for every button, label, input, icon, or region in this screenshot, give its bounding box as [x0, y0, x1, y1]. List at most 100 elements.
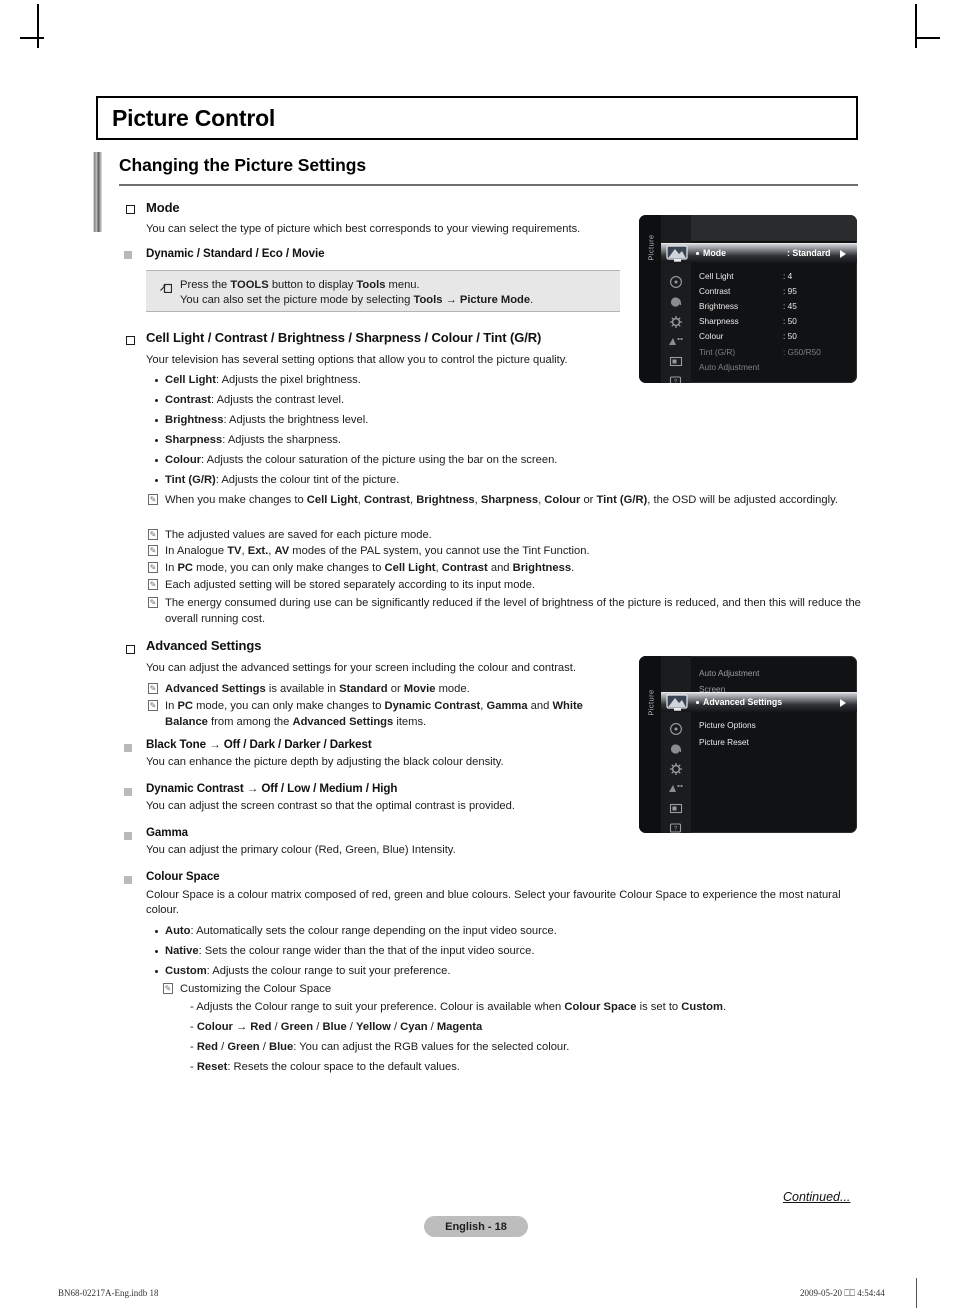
- osd-advanced-menu-highlight-label: Advanced Settings: [703, 697, 783, 707]
- osd-picture-menu-rail: Picture: [639, 215, 661, 383]
- osd-row-value: : 95: [783, 285, 797, 296]
- input-source-icon: [667, 335, 685, 349]
- tools-note-text-a: Press the: [180, 279, 231, 291]
- custom-note-item: - Colour → Red / Green / Blue / Yellow /…: [190, 1021, 483, 1033]
- osd-picture-menu[interactable]: Picture ? Mode: Standard Cell Light: 4…: [639, 215, 857, 383]
- customizing-colour-space-heading: Customizing the Colour Space: [180, 983, 332, 995]
- print-margin-rule: [916, 1278, 917, 1308]
- bullet-dot: [155, 419, 158, 422]
- crop-mark-left-top: [20, 37, 44, 39]
- osd-menu-row[interactable]: Auto Adjustment: [691, 664, 857, 681]
- note-item: Each adjusted setting will be stored sep…: [165, 579, 536, 591]
- bullet-desc: : Adjusts the brightness level.: [223, 414, 369, 426]
- subtopic-heading: Dynamic Contrast → Off / Low / Medium / …: [146, 782, 398, 795]
- bullet-item: Custom: Adjusts the colour range to suit…: [165, 964, 685, 979]
- bullet-term: Custom: [165, 965, 207, 977]
- bullet-dot: [155, 379, 158, 382]
- osd-menu-row[interactable]: Picture Reset: [691, 733, 857, 750]
- bullet-desc: : Adjusts the sharpness.: [222, 434, 341, 446]
- topic-heading-picture-controls: Cell Light / Contrast / Brightness / Sha…: [146, 330, 542, 345]
- print-timestamp: 2009-05-20 ⎕⎕ 4:54:44: [800, 1288, 885, 1298]
- osd-row-label: Contrast: [699, 285, 731, 296]
- osd-selection-dot: [696, 701, 699, 704]
- section-divider: [119, 184, 858, 186]
- section-title: Changing the Picture Settings: [119, 155, 366, 175]
- sound-icon: [667, 722, 685, 736]
- subtopic-heading: Black Tone → Off / Dark / Darker / Darke…: [146, 738, 372, 751]
- note-item: The energy consumed during use can be si…: [165, 597, 861, 625]
- note-icon: ✎: [148, 683, 158, 694]
- bullet-item: Contrast: Adjusts the contrast level.: [165, 393, 665, 408]
- bullet-desc: : Adjusts the colour range to suit your …: [206, 965, 451, 977]
- tools-note2-text-c: →: [442, 294, 460, 306]
- bullet-desc: : Automatically sets the colour range de…: [190, 925, 557, 937]
- bullet-term: Brightness: [165, 414, 224, 426]
- subtopic-marker-colour-space: [124, 876, 132, 884]
- tools-note2-text-a: You can also set the picture mode by sel…: [180, 294, 414, 306]
- tools-note-line-2: You can also set the picture mode by sel…: [180, 293, 610, 308]
- bullet-item: Sharpness: Adjusts the sharpness.: [165, 433, 665, 448]
- osd-advanced-menu[interactable]: Picture Auto Adjustment Screen ? Advance…: [639, 656, 857, 833]
- custom-note-item: - Adjusts the Colour range to suit your …: [190, 1001, 727, 1013]
- bullet-dot: [155, 399, 158, 402]
- bullet-dot: [155, 950, 158, 953]
- osd-row-label: Auto Adjustment: [699, 667, 760, 678]
- subtopic-description: You can adjust the primary colour (Red, …: [146, 844, 456, 856]
- osd-row-label: Picture Options: [699, 719, 756, 730]
- bullet-desc: : Sets the colour range wider than the t…: [198, 945, 535, 957]
- continued-link[interactable]: Continued...: [783, 1190, 850, 1204]
- osd-advanced-menu-highlight-row[interactable]: Advanced Settings: [661, 692, 857, 712]
- chevron-right-icon: [840, 699, 846, 707]
- topic-intro-mode: You can select the type of picture which…: [146, 223, 581, 235]
- bullet-item: Tint (G/R): Adjusts the colour tint of t…: [165, 473, 665, 488]
- note-icon-customizing-colour-space: ✎: [163, 983, 173, 994]
- osd-row-value: : 4: [783, 270, 793, 281]
- tools-note2-text-e: .: [530, 294, 534, 306]
- bullet-dot: [155, 459, 158, 462]
- section-accent-bar: [93, 152, 102, 232]
- tools-note-line-1: Press the TOOLS button to display Tools …: [180, 278, 610, 293]
- osd-picture-menu-highlight-row[interactable]: Mode : Standard: [661, 243, 857, 263]
- tools-note2-text-b: Tools: [413, 294, 443, 306]
- colour-space-description: Colour Space is a colour matrix composed…: [146, 889, 841, 916]
- page-title: Picture Control: [112, 104, 276, 131]
- picture-menu-thumbnail-icon: [665, 694, 691, 712]
- setup-gear-icon: [667, 315, 685, 329]
- osd-menu-row[interactable]: Picture Options: [691, 716, 857, 733]
- bullet-term: Sharpness: [165, 434, 223, 446]
- note-icon: ✎: [148, 545, 158, 556]
- topic-heading-mode: Mode: [146, 200, 180, 215]
- subtopic-description: You can adjust the screen contrast so th…: [146, 800, 515, 812]
- bullet-item: Native: Sets the colour range wider than…: [165, 944, 685, 959]
- bullet-dot: [155, 970, 158, 973]
- chevron-right-icon: [840, 250, 846, 258]
- osd-row-value: : 50: [783, 331, 797, 342]
- print-source-filename: BN68-02217A-Eng.indb 18: [58, 1288, 159, 1298]
- bullet-desc: : Adjusts the colour tint of the picture…: [215, 474, 400, 486]
- bullet-dot: [155, 479, 158, 482]
- bullet-item: Colour: Adjusts the colour saturation of…: [165, 453, 665, 468]
- note-icon: ✎: [148, 597, 158, 608]
- note-item: In Analogue TV, Ext., AV modes of the PA…: [165, 545, 590, 557]
- crop-mark-top-left: [37, 4, 39, 48]
- osd-row-label: Auto Adjustment: [699, 361, 760, 372]
- osd-row-label: Cell Light: [699, 270, 734, 281]
- svg-text:?: ?: [674, 379, 678, 383]
- note-icon: ✎: [148, 529, 158, 540]
- subtopic-heading: Gamma: [146, 826, 189, 839]
- tools-note2-text-d: Picture Mode: [459, 294, 531, 306]
- osd-picture-menu-rail-label: Picture: [646, 234, 656, 261]
- subtopic-marker: [124, 832, 132, 840]
- note-icon: ✎: [148, 494, 158, 505]
- note-item: Advanced Settings is available in Standa…: [165, 683, 470, 695]
- osd-picture-menu-highlight-value: : Standard: [787, 248, 831, 258]
- osd-row-label: Brightness: [699, 300, 739, 311]
- bullet-term: Tint (G/R): [165, 474, 216, 486]
- bullet-desc: : Adjusts the contrast level.: [211, 394, 345, 406]
- tools-remote-icon: [160, 280, 173, 294]
- osd-advanced-menu-rail: Picture: [639, 656, 661, 833]
- setup-gear-icon: [667, 762, 685, 776]
- osd-row-label: Tint (G/R): [699, 346, 736, 357]
- osd-menu-row[interactable]: Auto Adjustment: [691, 358, 857, 375]
- topic-marker-advanced-settings: [126, 645, 135, 654]
